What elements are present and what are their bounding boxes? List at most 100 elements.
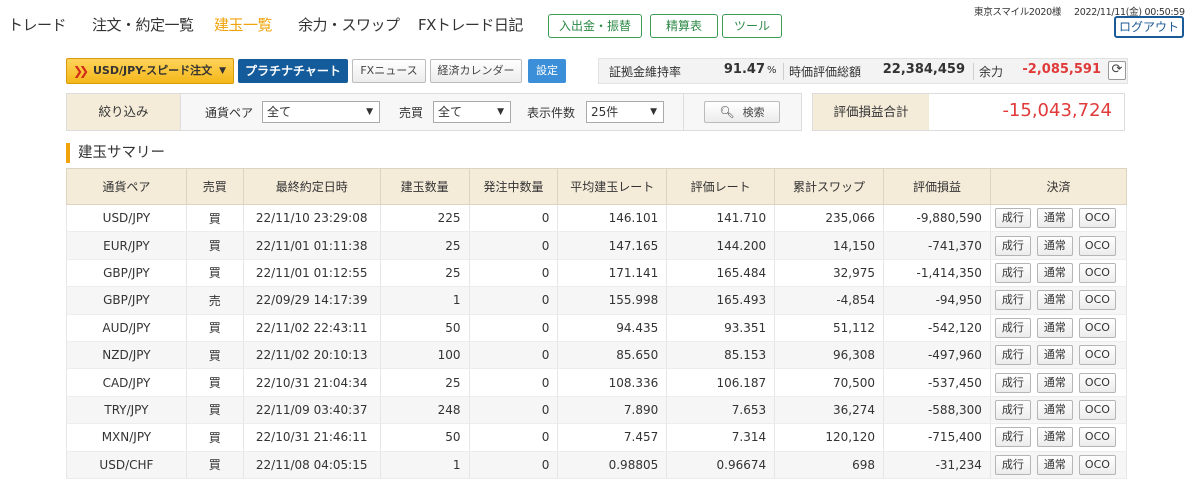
pl-total-value: -15,043,724 [1002,100,1112,121]
table-row[interactable]: AUD/JPY 買 22/11/02 22:43:11 50 0 94.435 93.351… [66,314,1128,342]
platinum-chart-button[interactable]: プラチナチャート [238,59,348,83]
oco-settle-button[interactable]: OCO [1078,317,1116,338]
oco-settle-button[interactable]: OCO [1078,454,1116,475]
refresh-icon[interactable]: ⟳ [1108,61,1126,80]
economic-calendar-button[interactable]: 経済カレンダー [430,59,522,83]
column-header[interactable]: 発注中数量 [468,168,559,205]
currency-pair-cell: AUD/JPY [66,314,187,342]
table-row[interactable]: NZD/JPY 買 22/11/02 20:10:13 100 0 85.650 85.15… [66,341,1128,370]
pair-filter-value: 全て [267,105,292,119]
column-header[interactable]: 売買 [185,168,244,205]
pair-filter-select[interactable]: 全て ▼ [262,101,380,123]
oco-settle-button[interactable]: OCO [1078,399,1116,420]
table-row[interactable]: GBP/JPY 買 22/11/01 01:12:55 25 0 171.141 165.4… [66,259,1128,288]
market-settle-button[interactable]: 成行 [994,454,1031,475]
market-settle-button[interactable]: 成行 [994,290,1031,311]
settings-button[interactable]: 設定 [528,59,566,83]
normal-settle-button[interactable]: 通常 [1036,345,1073,366]
nav-tab-positions[interactable]: 建玉一覧 [214,14,273,35]
available-label: 余力 [979,65,1004,79]
deposit-withdraw-button[interactable]: 入出金・振替 [548,14,642,38]
caret-down-icon: ▼ [650,107,657,117]
eval-rate-cell: 7.314 [666,423,776,452]
column-header[interactable]: 通貨ペア [66,168,187,205]
swap-cell: -4,854 [774,286,884,315]
side-filter-value: 全て [438,105,463,119]
market-settle-button[interactable]: 成行 [994,399,1031,420]
table-row[interactable]: TRY/JPY 買 22/11/09 03:40:37 248 0 7.890 7.653 3… [66,396,1128,425]
oco-settle-button[interactable]: OCO [1078,427,1116,448]
normal-settle-button[interactable]: 通常 [1036,427,1073,448]
nav-tab-orders[interactable]: 注文・約定一覧 [92,14,194,35]
market-settle-button[interactable]: 成行 [994,235,1031,256]
normal-settle-button[interactable]: 通常 [1036,208,1073,229]
eval-rate-cell: 165.493 [666,286,776,315]
oco-settle-button[interactable]: OCO [1078,262,1116,283]
oco-settle-button[interactable]: OCO [1078,290,1116,311]
eval-rate-cell: 93.351 [666,314,776,342]
settle-actions-cell: 成行 通常 OCO [989,451,1128,479]
last-execution-cell: 22/11/10 23:29:08 [242,204,381,233]
normal-settle-button[interactable]: 通常 [1036,454,1073,475]
side-cell: 買 [185,204,244,233]
pl-cell: -741,370 [883,231,991,260]
column-header[interactable]: 最終約定日時 [242,168,381,205]
table-row[interactable]: CAD/JPY 買 22/10/31 21:04:34 25 0 108.336 106.1… [66,368,1128,397]
table-row[interactable]: GBP/JPY 売 22/09/29 14:17:39 1 0 155.998 165.49… [66,286,1128,315]
settle-actions-cell: 成行 通常 OCO [989,259,1128,288]
valuation-value: 22,384,459 [882,62,965,77]
normal-settle-button[interactable]: 通常 [1036,235,1073,256]
column-header[interactable]: 評価レート [666,168,776,205]
nav-tab-trade[interactable]: トレード [8,14,67,35]
nav-tab-margin-swap[interactable]: 余力・スワップ [298,14,400,35]
search-area: 🔍︎ 検索 [683,94,801,130]
speed-order-dropdown[interactable]: ❯❯ USD/JPY-スピード注文 ▼ [66,58,234,84]
settlement-sheet-button[interactable]: 精算表 [650,14,718,38]
market-settle-button[interactable]: 成行 [994,317,1031,338]
market-settle-button[interactable]: 成行 [994,427,1031,448]
column-header[interactable]: 平均建玉レート [557,168,668,205]
column-header[interactable]: 評価損益 [883,168,991,205]
avg-rate-cell: 0.98805 [557,451,668,479]
normal-settle-button[interactable]: 通常 [1036,262,1073,283]
column-header: 決済 [989,168,1128,205]
logout-button[interactable]: ログアウト [1114,16,1184,38]
side-filter-select[interactable]: 全て ▼ [433,101,511,123]
market-settle-button[interactable]: 成行 [994,345,1031,366]
market-settle-button[interactable]: 成行 [994,372,1031,393]
pending-qty-cell: 0 [468,341,559,370]
swap-cell: 96,308 [774,341,884,370]
column-header[interactable]: 建玉数量 [379,168,470,205]
avg-rate-cell: 147.165 [557,231,668,260]
market-settle-button[interactable]: 成行 [994,262,1031,283]
normal-settle-button[interactable]: 通常 [1036,317,1073,338]
normal-settle-button[interactable]: 通常 [1036,290,1073,311]
swap-cell: 51,112 [774,314,884,342]
oco-settle-button[interactable]: OCO [1078,235,1116,256]
count-filter-select[interactable]: 25件 ▼ [586,101,664,123]
table-row[interactable]: MXN/JPY 買 22/10/31 21:46:11 50 0 7.457 7.314 12… [66,423,1128,452]
position-qty-cell: 25 [379,231,470,260]
search-button[interactable]: 🔍︎ 検索 [704,101,780,123]
table-row[interactable]: USD/JPY 買 22/11/10 23:29:08 225 0 146.101 141.… [66,204,1128,233]
side-cell: 買 [185,451,244,479]
last-execution-cell: 22/11/01 01:11:38 [242,231,381,260]
settle-actions-cell: 成行 通常 OCO [989,396,1128,425]
settle-actions-cell: 成行 通常 OCO [989,341,1128,370]
market-settle-button[interactable]: 成行 [994,208,1031,229]
oco-settle-button[interactable]: OCO [1078,372,1116,393]
currency-pair-cell: GBP/JPY [66,259,187,288]
tools-button[interactable]: ツール [722,14,782,38]
avg-rate-cell: 146.101 [557,204,668,233]
normal-settle-button[interactable]: 通常 [1036,399,1073,420]
swap-cell: 698 [774,451,884,479]
fx-news-button[interactable]: FXニュース [352,59,426,83]
table-row[interactable]: EUR/JPY 買 22/11/01 01:11:38 25 0 147.165 144.2… [66,231,1128,260]
oco-settle-button[interactable]: OCO [1078,345,1116,366]
oco-settle-button[interactable]: OCO [1078,208,1116,229]
column-header[interactable]: 累計スワップ [774,168,884,205]
nav-tab-fx-diary[interactable]: FXトレード日記 [418,14,523,35]
normal-settle-button[interactable]: 通常 [1036,372,1073,393]
avg-rate-cell: 171.141 [557,259,668,288]
table-row[interactable]: USD/CHF 買 22/11/08 04:05:15 1 0 0.98805 0.9667… [66,451,1128,479]
